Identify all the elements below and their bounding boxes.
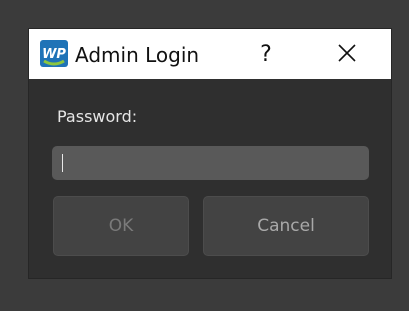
ok-button-label: OK bbox=[108, 216, 134, 236]
password-label: Password: bbox=[57, 107, 138, 126]
close-icon bbox=[338, 44, 356, 66]
wp-logo-icon: WP bbox=[40, 40, 68, 67]
help-button[interactable]: ? bbox=[251, 40, 281, 70]
close-button[interactable] bbox=[332, 40, 362, 70]
cancel-button-label: Cancel bbox=[257, 216, 315, 236]
cancel-button[interactable]: Cancel bbox=[203, 196, 369, 256]
title-bar: WP Admin Login ? bbox=[29, 29, 391, 79]
admin-login-dialog: WP Admin Login ? Password: OK Cancel bbox=[29, 29, 391, 278]
dialog-title: Admin Login bbox=[75, 43, 200, 67]
text-caret bbox=[62, 154, 63, 172]
ok-button[interactable]: OK bbox=[53, 196, 189, 256]
svg-text:WP: WP bbox=[42, 47, 66, 62]
password-input[interactable] bbox=[52, 146, 369, 180]
